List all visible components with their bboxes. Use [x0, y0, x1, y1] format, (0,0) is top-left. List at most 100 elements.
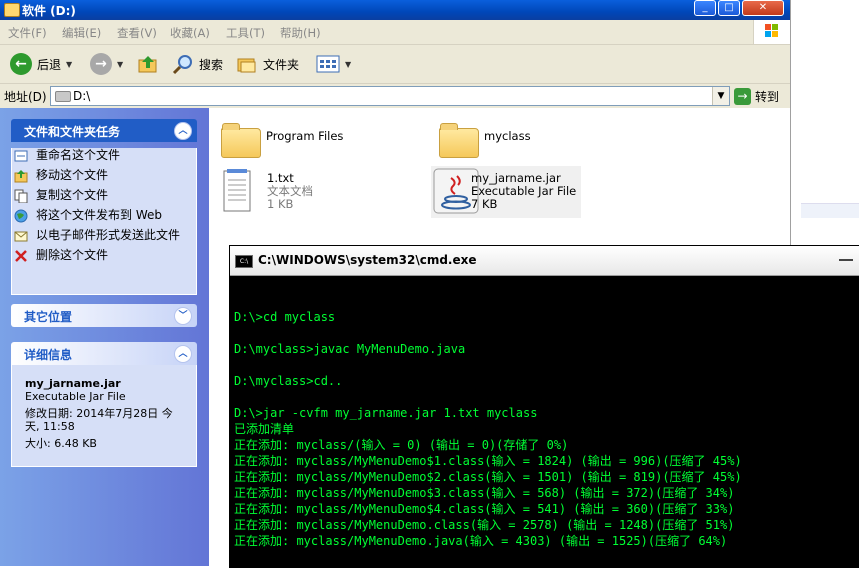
other-places-title: 其它位置: [24, 310, 73, 324]
move-icon: [14, 170, 28, 183]
file-name: myclass: [484, 129, 531, 143]
maximize-button[interactable]: □: [718, 0, 740, 16]
task-pane: 文件和文件夹任务 ︿ 重命名这个文件 移动这个文件 复制这个文件 将这个文件发布…: [0, 108, 209, 566]
task-delete[interactable]: 删除这个文件: [12, 248, 196, 263]
details-header[interactable]: 详细信息 ︿: [11, 342, 197, 365]
email-icon: [14, 231, 28, 242]
cmd-line: [234, 325, 859, 341]
copy-icon: [14, 189, 28, 203]
menu-view[interactable]: 查看(V): [117, 25, 157, 41]
window-title: 软件 (D:): [22, 4, 76, 18]
menu-edit[interactable]: 编辑(E): [62, 25, 101, 41]
cmd-title: C:\WINDOWS\system32\cmd.exe: [258, 253, 477, 267]
cmd-line: D:\>jar -cvfm my_jarname.jar 1.txt mycla…: [234, 565, 859, 567]
cmd-icon: C:\: [235, 255, 253, 268]
back-button[interactable]: ← 后退 ▼: [10, 53, 72, 75]
background-row: [801, 203, 859, 218]
file-size: 7 KB: [471, 197, 498, 211]
menu-file[interactable]: 文件(F): [8, 25, 47, 41]
folder-icon: [439, 123, 479, 158]
menu-help[interactable]: 帮助(H): [280, 25, 321, 41]
cmd-line: 正在添加: myclass/MyMenuDemo$3.class(输入 = 56…: [234, 486, 735, 500]
file-list: Program Files myclass 1.txt 文本文档 1 KB my…: [209, 108, 790, 244]
back-label: 后退: [37, 57, 62, 72]
minimize-button[interactable]: [839, 256, 853, 261]
other-places-panel: 其它位置 ﹀: [11, 304, 197, 327]
cmd-line: D:\>cd myclass: [234, 310, 336, 324]
cmd-line: 正在添加: myclass/MyMenuDemo.class(输入 = 2578…: [234, 518, 735, 532]
details-title: 详细信息: [24, 348, 73, 362]
cmd-output[interactable]: D:\>cd myclass D:\myclass>javac MyMenuDem…: [234, 293, 859, 567]
forward-button[interactable]: → ▼: [90, 53, 123, 75]
minimize-button[interactable]: _: [694, 0, 716, 16]
task-copy[interactable]: 复制这个文件: [12, 188, 196, 203]
menu-favorites[interactable]: 收藏(A): [170, 25, 210, 41]
go-button[interactable]: → 转到: [734, 86, 779, 106]
cmd-line: [234, 549, 859, 565]
folders-button[interactable]: 文件夹: [236, 53, 299, 75]
cmd-line: [234, 357, 859, 373]
rename-icon: [14, 150, 28, 162]
search-label: 搜索: [199, 57, 224, 72]
file-tasks-panel: 文件和文件夹任务 ︿ 重命名这个文件 移动这个文件 复制这个文件 将这个文件发布…: [11, 119, 197, 295]
cmd-line: [234, 389, 859, 405]
collapse-icon[interactable]: ︿: [174, 345, 192, 363]
folders-label: 文件夹: [263, 57, 300, 72]
expand-icon[interactable]: ﹀: [174, 307, 192, 325]
search-icon: [172, 55, 192, 75]
windows-logo-icon: [753, 20, 790, 44]
views-button[interactable]: ▼: [316, 53, 351, 75]
toolbar: ← 后退 ▼ → ▼ 搜索 文件夹 ▼: [0, 45, 790, 84]
back-arrow-icon: ←: [10, 53, 32, 75]
address-label: 地址(D): [4, 90, 47, 104]
file-size: 1 KB: [267, 197, 294, 211]
go-label: 转到: [755, 89, 780, 104]
dropdown-arrow-icon: ▼: [66, 59, 73, 69]
task-publish-web[interactable]: 将这个文件发布到 Web: [12, 208, 196, 223]
cmd-line: 正在添加: myclass/MyMenuDemo.java(输入 = 4303)…: [234, 534, 728, 548]
file-item-program-files[interactable]: Program Files: [219, 122, 419, 158]
cmd-line: D:\myclass>javac MyMenuDemo.java: [234, 342, 466, 356]
go-arrow-icon: →: [734, 87, 751, 105]
address-value: D:\: [73, 89, 91, 103]
text-document-icon: [223, 169, 251, 212]
file-item-myclass[interactable]: myclass: [437, 122, 637, 158]
cmd-title-bar[interactable]: C:\ C:\WINDOWS\system32\cmd.exe: [230, 246, 859, 276]
close-button[interactable]: ✕: [742, 0, 784, 16]
address-bar: 地址(D) D:\ ▼ → 转到: [0, 84, 790, 108]
explorer-title-bar[interactable]: 软件 (D:) _ □ ✕: [0, 0, 790, 20]
task-rename[interactable]: 重命名这个文件: [12, 148, 196, 163]
dropdown-arrow-icon: ▼: [345, 59, 352, 69]
cmd-line: D:\>jar -cvfm my_jarname.jar 1.txt mycla…: [234, 406, 538, 420]
address-input[interactable]: D:\ ▼: [50, 86, 730, 106]
folder-up-icon: [138, 56, 157, 73]
task-label: 移动这个文件: [36, 168, 109, 182]
file-item-1-txt[interactable]: 1.txt 文本文档 1 KB: [219, 168, 419, 216]
file-item-my-jarname-jar[interactable]: my_jarname.jar Executable Jar File 7 KB: [431, 166, 581, 218]
background-window-edge: [790, 0, 859, 250]
task-label: 重命名这个文件: [36, 148, 121, 162]
task-email[interactable]: 以电子邮件形式发送此文件: [12, 228, 196, 243]
menu-tools[interactable]: 工具(T): [226, 25, 265, 41]
up-folder-button[interactable]: [137, 53, 159, 75]
forward-arrow-icon: →: [90, 53, 112, 75]
details-modified: 修改日期: 2014年7月28日 今天, 11:58: [25, 407, 173, 433]
collapse-icon[interactable]: ︿: [174, 122, 192, 140]
file-name: Program Files: [266, 129, 344, 143]
search-button[interactable]: 搜索: [172, 53, 223, 75]
views-icon: [316, 55, 340, 73]
other-places-header[interactable]: 其它位置 ﹀: [11, 304, 197, 327]
task-label: 删除这个文件: [36, 248, 109, 262]
details-filename: my_jarname.jar: [25, 377, 121, 390]
details-panel: 详细信息 ︿ my_jarname.jar Executable Jar Fil…: [11, 342, 197, 467]
task-label: 以电子邮件形式发送此文件: [36, 228, 181, 242]
cmd-window[interactable]: C:\ C:\WINDOWS\system32\cmd.exe D:\>cd m…: [229, 245, 859, 568]
details-body: my_jarname.jar Executable Jar File 修改日期:…: [11, 365, 197, 467]
task-move[interactable]: 移动这个文件: [12, 168, 196, 183]
cmd-line: 正在添加: myclass/(输入 = 0) (输出 = 0)(存储了 0%): [234, 438, 569, 452]
folders-icon: [237, 58, 256, 73]
address-dropdown-icon[interactable]: ▼: [712, 87, 729, 105]
file-tasks-header[interactable]: 文件和文件夹任务 ︿: [11, 119, 197, 142]
task-label: 将这个文件发布到 Web: [36, 208, 162, 222]
menu-bar: 文件(F) 编辑(E) 查看(V) 收藏(A) 工具(T) 帮助(H): [0, 20, 790, 45]
